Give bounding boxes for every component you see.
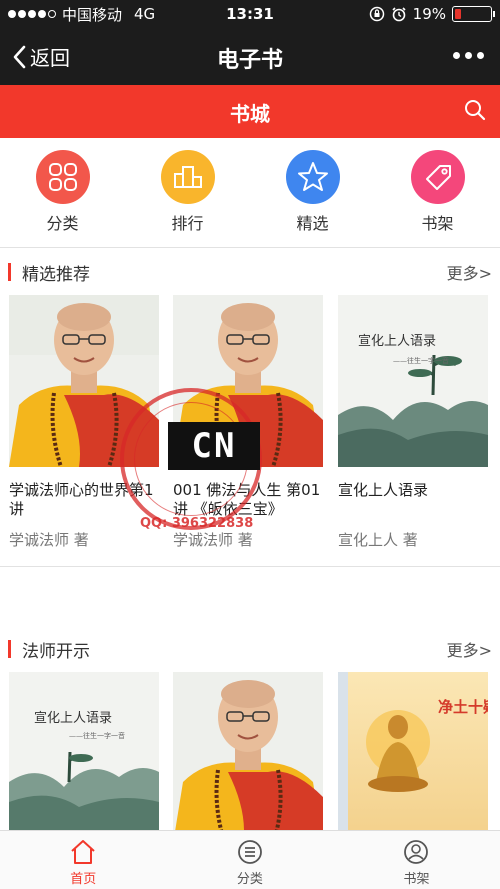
quick-link-label: 精选 (296, 214, 329, 233)
book-title: 宣化上人语录 (338, 481, 429, 499)
bottom-tab-bar: 首页 分类 书架 (0, 830, 500, 889)
battery-percent: 19% (412, 5, 446, 23)
signal-strength-icon (8, 10, 56, 18)
network-type: 4G (134, 5, 156, 23)
cover-subtitle: ——往生一字一音 (69, 731, 125, 740)
ebook-store-page: 中国移动 4G 13:31 19% 返回 电子书 书城 分类 排行 精选 书架 … (0, 0, 500, 889)
carrier-name: 中国移动 (62, 5, 123, 24)
more-dot-icon (465, 52, 472, 59)
book-cover-landscape: 宣化上人语录 ——往生一字一音 (9, 672, 159, 830)
tab-bookshelf[interactable]: 书架 (333, 831, 500, 889)
more-link[interactable]: 更多> (447, 637, 492, 661)
book-author: 宣化上人 著 (338, 531, 418, 549)
book-cover-buddha: 净土十疑论 (338, 672, 488, 830)
search-icon (465, 100, 486, 121)
rotation-lock-icon (369, 6, 384, 22)
ranking-icon (160, 150, 215, 204)
store-header: 书城 (0, 85, 500, 138)
section-accent-bar (8, 640, 11, 658)
book-card[interactable]: 宣化上人语录 ——往生一字一音 宣化上人语录 宣化上人 著 (338, 295, 488, 550)
tab-label: 分类 (236, 872, 263, 887)
more-dot-icon (477, 52, 484, 59)
store-title: 书城 (230, 102, 270, 126)
book-cover-monk-portrait (173, 672, 323, 830)
back-label: 返回 (30, 46, 70, 70)
book-cover-landscape: 宣化上人语录 ——往生一字一音 (338, 295, 488, 467)
book-author: 学诚法师 著 (173, 531, 253, 549)
chevron-left-icon (13, 45, 26, 68)
status-bar: 中国移动 4G 13:31 19% (0, 0, 500, 28)
alarm-icon (392, 7, 406, 22)
battery-icon (452, 6, 495, 22)
cover-calligraphy-title: 宣化上人语录 (34, 710, 112, 726)
back-button[interactable]: 返回 (12, 42, 70, 71)
watermark-logo: CN (168, 422, 260, 470)
divider (0, 566, 500, 567)
cover-title: 净土十疑论 (438, 698, 488, 716)
cover-calligraphy-title: 宣化上人语录 (358, 333, 436, 349)
more-options-button[interactable] (453, 44, 484, 67)
quick-link-bookshelf[interactable]: 书架 (375, 150, 500, 240)
section-header-teachings: 法师开示 更多> (0, 634, 500, 664)
book-card[interactable]: 净土十疑论 (338, 672, 488, 830)
quick-link-category[interactable]: 分类 (0, 150, 125, 240)
battery-level-fill (455, 9, 462, 19)
quick-link-featured[interactable]: 精选 (250, 150, 375, 240)
quick-link-label: 排行 (171, 214, 204, 233)
quick-link-ranking[interactable]: 排行 (125, 150, 250, 240)
book-card[interactable]: 宣化上人语录 ——往生一字一音 (9, 672, 159, 830)
home-icon (71, 840, 95, 864)
book-card[interactable] (173, 672, 323, 830)
category-list-icon (237, 840, 262, 864)
user-icon (404, 840, 429, 864)
tab-category[interactable]: 分类 (167, 831, 334, 889)
section-title: 精选推荐 (22, 265, 90, 285)
section-title: 法师开示 (22, 642, 90, 662)
tab-label: 首页 (70, 872, 97, 887)
quick-link-label: 分类 (46, 214, 79, 233)
watermark-qq: QQ: 396322838 (140, 516, 254, 531)
cover-subtitle: ——往生一字一音 (393, 356, 449, 365)
divider (0, 247, 500, 248)
quick-link-label: 书架 (421, 214, 454, 233)
more-dot-icon (453, 52, 460, 59)
page-title: 电子书 (216, 48, 283, 73)
tag-icon (410, 150, 465, 204)
section-accent-bar (8, 263, 11, 281)
tab-home[interactable]: 首页 (0, 831, 167, 889)
search-button[interactable] (464, 99, 486, 125)
navigation-bar: 返回 电子书 (0, 28, 500, 85)
book-author: 学诚法师 著 (9, 531, 89, 549)
section-header-recommended: 精选推荐 更多> (0, 257, 500, 287)
more-link[interactable]: 更多> (447, 260, 492, 284)
grid-icon (35, 150, 90, 204)
star-icon (285, 150, 340, 204)
quick-links: 分类 排行 精选 书架 (0, 150, 500, 240)
tab-label: 书架 (403, 872, 430, 887)
